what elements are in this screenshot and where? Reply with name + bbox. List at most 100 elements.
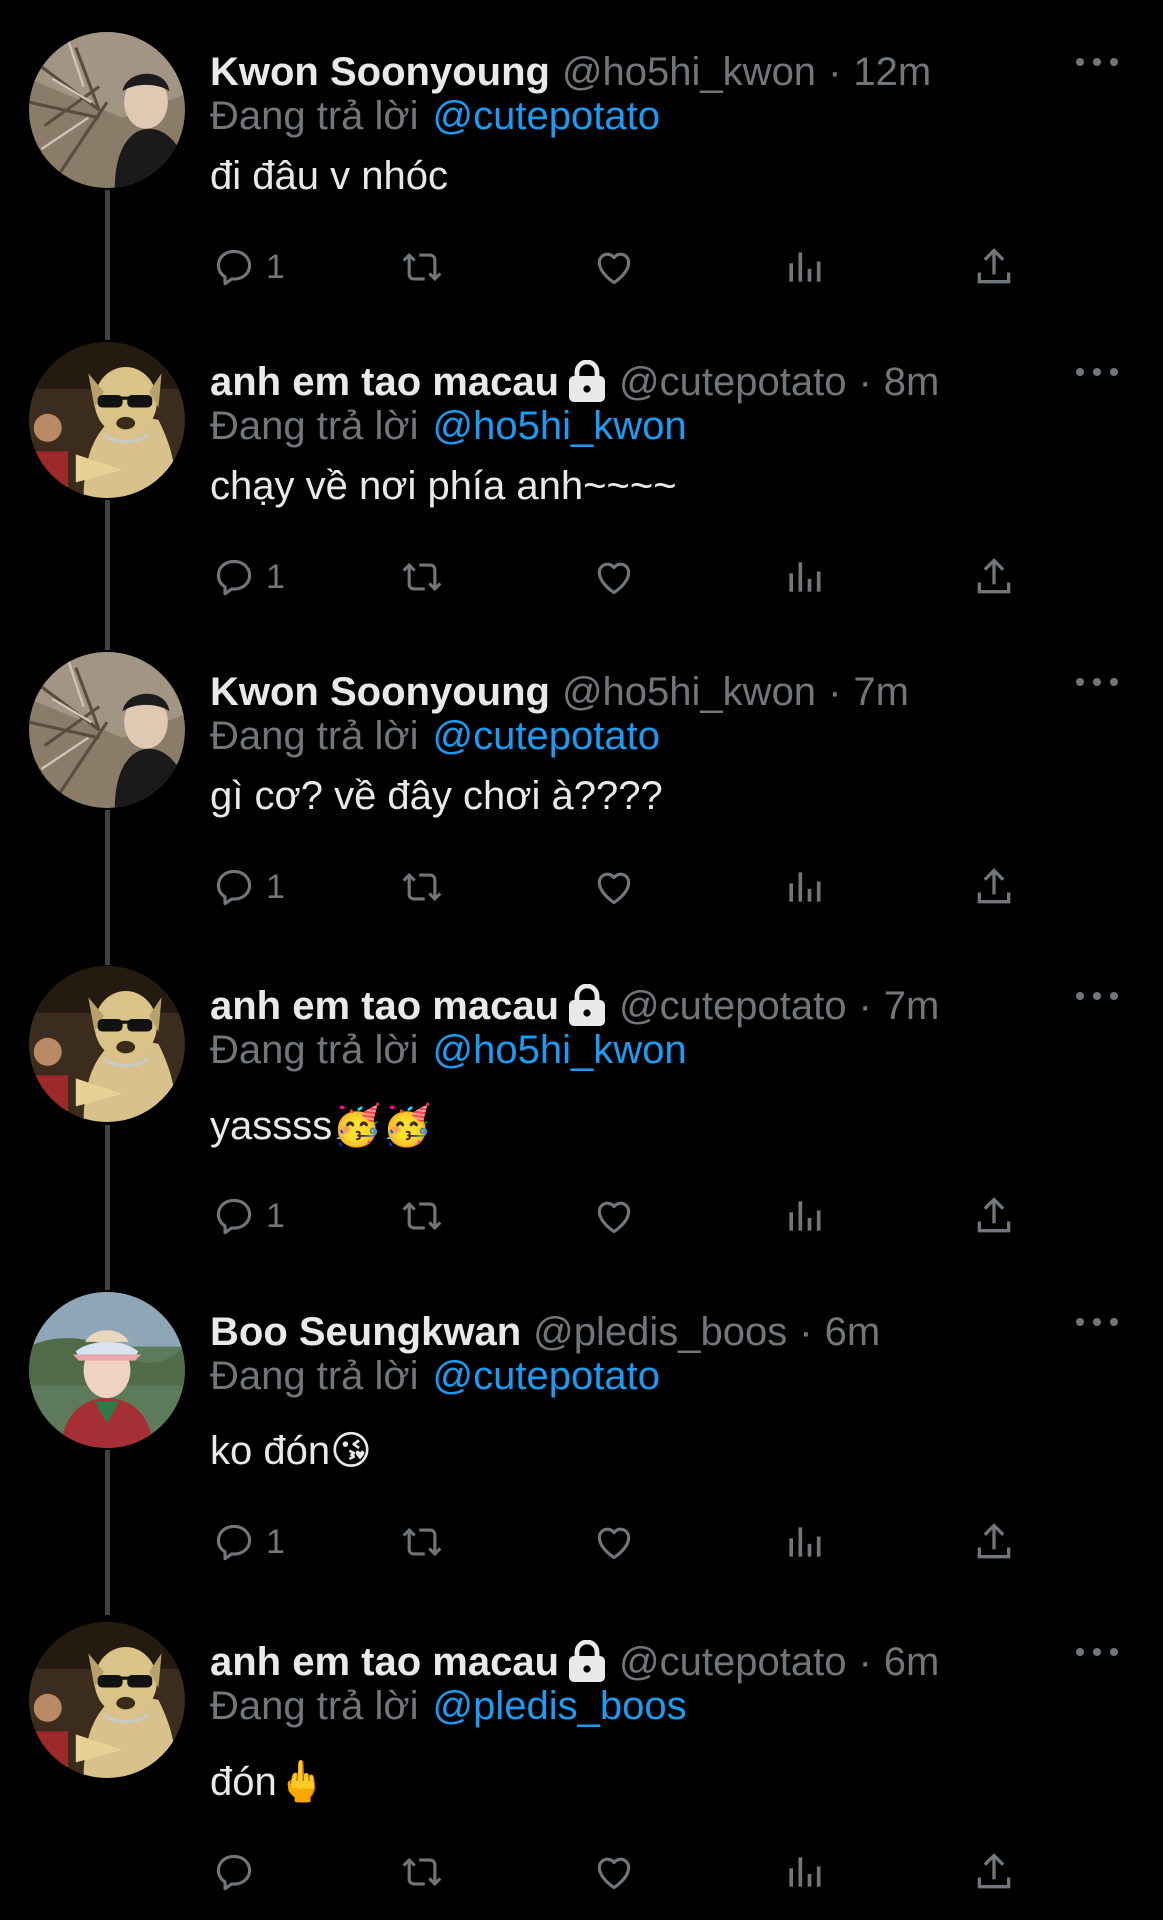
reply-button[interactable] [212,1847,266,1897]
tweet-text: yassss🥳🥳 [210,1104,432,1148]
more-options-icon[interactable] [1076,676,1118,688]
timestamp[interactable]: 6m [825,1310,881,1355]
more-options-icon[interactable] [1076,1646,1118,1658]
tweet-text: ko đón😘 [210,1429,372,1473]
views-button[interactable] [782,552,826,602]
replying-to: Đang trả lời @cutepotato [210,714,660,759]
tweet-header: Boo Seungkwan @pledis_boos · 6m [210,1304,880,1360]
replying-to-label: Đang trả lời [210,94,419,138]
user-handle[interactable]: @cutepotato [619,1640,846,1685]
display-name[interactable]: Kwon Soonyoung [210,50,550,95]
retweet-button[interactable] [400,552,444,602]
retweet-icon [400,245,444,289]
like-button[interactable] [592,242,636,292]
reply-icon [212,865,256,909]
timestamp[interactable]: 8m [884,360,940,405]
like-button[interactable] [592,1517,636,1567]
views-icon [782,1520,826,1564]
reply-count: 1 [266,1522,285,1561]
user-handle[interactable]: @cutepotato [619,984,846,1029]
share-button[interactable] [972,552,1016,602]
timestamp[interactable]: 12m [853,50,931,95]
avatar[interactable] [29,652,185,808]
avatar[interactable] [29,342,185,498]
retweet-button[interactable] [400,862,444,912]
heart-icon [592,1520,636,1564]
views-button[interactable] [782,242,826,292]
mention-link[interactable]: @cutepotato [433,1354,660,1398]
user-handle[interactable]: @cutepotato [619,360,846,405]
display-name[interactable]: Boo Seungkwan [210,1310,521,1355]
retweet-button[interactable] [400,1191,444,1241]
timestamp[interactable]: 7m [853,670,909,715]
retweet-button[interactable] [400,1517,444,1567]
heart-icon [592,555,636,599]
reply-icon [212,245,256,289]
replying-to: Đang trả lời @ho5hi_kwon [210,1028,687,1073]
thread-line [105,1450,110,1615]
views-icon [782,1194,826,1238]
more-options-icon[interactable] [1076,366,1118,378]
more-options-icon[interactable] [1076,990,1118,1002]
share-button[interactable] [972,862,1016,912]
heart-icon [592,1850,636,1894]
like-button[interactable] [592,1191,636,1241]
views-button[interactable] [782,1517,826,1567]
share-button[interactable] [972,1847,1016,1897]
like-button[interactable] [592,552,636,602]
retweet-button[interactable] [400,1847,444,1897]
like-button[interactable] [592,862,636,912]
reply-count: 1 [266,1196,285,1235]
reply-button[interactable]: 1 [212,1191,285,1241]
reply-button[interactable]: 1 [212,1517,285,1567]
reply-button[interactable]: 1 [212,242,285,292]
views-icon [782,245,826,289]
display-name[interactable]: Kwon Soonyoung [210,670,550,715]
share-button[interactable] [972,242,1016,292]
user-handle[interactable]: @ho5hi_kwon [562,670,816,715]
avatar[interactable] [29,1622,185,1778]
retweet-icon [400,1850,444,1894]
tweet-header: Kwon Soonyoung @ho5hi_kwon · 7m [210,664,909,720]
display-name[interactable]: anh em tao macau [210,984,559,1029]
reply-button[interactable]: 1 [212,552,285,602]
more-options-icon[interactable] [1076,56,1118,68]
reply-count: 1 [266,867,285,906]
reply-count: 1 [266,557,285,596]
mention-link[interactable]: @cutepotato [433,714,660,758]
replying-to-label: Đang trả lời [210,404,419,448]
mention-link[interactable]: @cutepotato [433,94,660,138]
replying-to: Đang trả lời @pledis_boos [210,1684,687,1729]
views-button[interactable] [782,1191,826,1241]
like-button[interactable] [592,1847,636,1897]
action-bar: 1 [212,1517,1032,1567]
avatar[interactable] [29,966,185,1122]
share-button[interactable] [972,1191,1016,1241]
mention-link[interactable]: @ho5hi_kwon [433,1028,687,1072]
views-button[interactable] [782,1847,826,1897]
views-button[interactable] [782,862,826,912]
views-icon [782,555,826,599]
retweet-icon [400,1520,444,1564]
tweet-header: anh em tao macau @cutepotato · 6m [210,1634,939,1690]
avatar[interactable] [29,1292,185,1448]
user-handle[interactable]: @ho5hi_kwon [562,50,816,95]
retweet-button[interactable] [400,242,444,292]
reply-button[interactable]: 1 [212,862,285,912]
replying-to-label: Đang trả lời [210,1028,419,1072]
separator-dot: · [799,1309,813,1354]
share-button[interactable] [972,1517,1016,1567]
display-name[interactable]: anh em tao macau [210,360,559,405]
views-icon [782,865,826,909]
mention-link[interactable]: @ho5hi_kwon [433,404,687,448]
action-bar: 1 [212,1191,1032,1241]
timestamp[interactable]: 7m [884,984,940,1029]
more-options-icon[interactable] [1076,1316,1118,1328]
timestamp[interactable]: 6m [884,1640,940,1685]
avatar[interactable] [29,32,185,188]
user-handle[interactable]: @pledis_boos [533,1310,787,1355]
mention-link[interactable]: @pledis_boos [433,1684,687,1728]
tweet-header: Kwon Soonyoung @ho5hi_kwon · 12m [210,44,931,100]
lock-icon [567,360,607,404]
display-name[interactable]: anh em tao macau [210,1640,559,1685]
